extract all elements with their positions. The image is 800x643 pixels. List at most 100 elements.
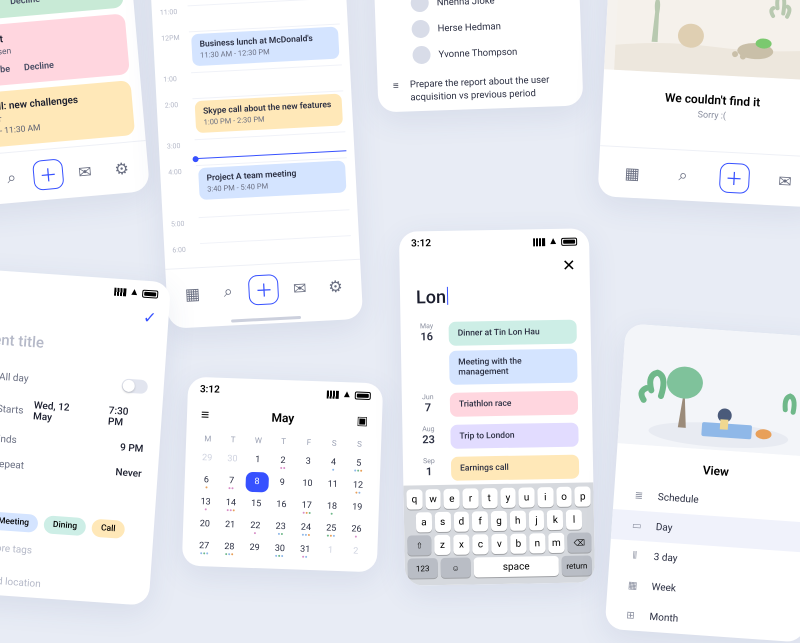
keyboard[interactable]: qwertyuiopasdfghjkl⇧zxcvbnm⌫123☺spaceret… <box>403 482 595 585</box>
tag-chip[interactable]: Dining <box>43 515 86 536</box>
result-item[interactable]: Triathlon race <box>450 391 578 417</box>
key[interactable]: m <box>548 533 564 553</box>
key[interactable]: o <box>556 487 572 507</box>
result-item[interactable]: Trip to London <box>450 423 578 449</box>
day-cell[interactable]: 16 <box>269 495 293 516</box>
key[interactable]: t <box>481 488 497 508</box>
key[interactable]: w <box>425 489 441 509</box>
day-cell[interactable]: 14 <box>219 493 243 514</box>
day-cell[interactable]: 9 <box>270 473 294 494</box>
day-cell[interactable]: 30 <box>268 539 292 560</box>
day-cell[interactable]: 13 <box>194 492 218 513</box>
day-cell[interactable]: 2 <box>271 451 295 472</box>
search-icon[interactable]: ⌕ <box>667 160 699 192</box>
day-cell[interactable]: 2 <box>344 541 368 562</box>
add-button[interactable]: ＋ <box>248 274 280 306</box>
day-cell[interactable]: 29 <box>195 448 219 469</box>
return-key[interactable]: return <box>562 555 592 576</box>
key[interactable]: x <box>453 535 469 555</box>
day-cell[interactable]: 7 <box>220 471 244 492</box>
key[interactable]: y <box>500 488 516 508</box>
day-cell[interactable]: 15 <box>244 494 268 515</box>
key[interactable]: e <box>444 489 460 509</box>
key[interactable]: z <box>434 535 450 555</box>
day-cell[interactable]: 10 <box>295 473 319 494</box>
numbers-key[interactable]: 123 <box>408 558 438 579</box>
day-cell[interactable]: 18 <box>320 496 344 517</box>
calendar-icon[interactable]: ▦ <box>177 278 209 310</box>
key[interactable]: i <box>537 487 553 507</box>
result-item[interactable]: Earnings call <box>451 455 579 481</box>
day-cell[interactable]: 27 <box>192 536 216 557</box>
search-icon[interactable]: ⌕ <box>0 162 28 195</box>
key[interactable]: n <box>529 533 545 553</box>
invite-action[interactable]: Decline <box>24 61 55 74</box>
mail-icon[interactable]: ✉ <box>284 272 316 304</box>
mail-icon[interactable]: ✉ <box>769 165 800 197</box>
month-grid[interactable]: MTWTFSS293012345678910111213141516171819… <box>182 431 382 573</box>
key[interactable]: a <box>416 512 432 532</box>
invite-action[interactable]: Decline <box>10 0 41 7</box>
key[interactable]: j <box>528 510 544 530</box>
day-cell[interactable]: 30 <box>220 449 244 470</box>
day-cell[interactable]: 25 <box>319 518 343 539</box>
confirm-button[interactable]: ✓ <box>142 308 157 328</box>
key[interactable]: p <box>575 486 591 506</box>
timeline[interactable]: 10:0011:0012PMBusiness lunch at McDonald… <box>150 0 360 269</box>
day-cell[interactable]: 26 <box>344 519 368 540</box>
key[interactable]: h <box>510 511 526 531</box>
key[interactable]: b <box>510 534 526 554</box>
day-cell[interactable]: 20 <box>193 514 217 535</box>
day-cell[interactable]: 21 <box>218 515 242 536</box>
key[interactable]: q <box>406 489 422 509</box>
day-cell[interactable]: 8 <box>245 472 269 493</box>
day-cell[interactable]: 23 <box>269 517 293 538</box>
emoji-key[interactable]: ☺ <box>441 557 471 578</box>
day-cell[interactable]: 19 <box>345 497 369 518</box>
hour-slot[interactable]: Business lunch at McDonald's11:30 AM - 1… <box>189 23 342 68</box>
day-cell[interactable]: 4 <box>322 452 346 473</box>
today-icon[interactable]: ▣ <box>356 413 368 427</box>
invite-card[interactable]: kype call: new challengesucy Miller0:30 … <box>0 80 135 150</box>
settings-icon[interactable]: ⚙ <box>320 270 352 302</box>
day-cell[interactable]: 3 <box>296 451 320 472</box>
invite-action[interactable]: Maybe <box>0 65 11 77</box>
hour-slot[interactable]: Project A team meeting3:40 PM - 5:40 PM <box>196 157 349 213</box>
key[interactable]: s <box>435 512 451 532</box>
close-icon[interactable]: ✕ <box>562 256 576 275</box>
key[interactable]: u <box>519 487 535 507</box>
add-button[interactable]: ＋ <box>718 162 750 194</box>
day-cell[interactable]: 17 <box>295 495 319 516</box>
space-key[interactable]: space <box>473 556 559 577</box>
settings-icon[interactable]: ⚙ <box>105 152 138 185</box>
key[interactable]: l <box>566 510 582 530</box>
key[interactable]: d <box>453 512 469 532</box>
mail-icon[interactable]: ✉ <box>69 155 102 188</box>
result-item[interactable]: Meeting with the management <box>449 349 578 385</box>
day-cell[interactable]: 11 <box>321 474 345 495</box>
invite-card[interactable]: g workouta van AartsenptMaybeDecline <box>0 13 130 89</box>
day-cell[interactable]: 29 <box>243 538 267 559</box>
day-cell[interactable]: 6 <box>194 470 218 491</box>
day-cell[interactable]: 24 <box>294 517 318 538</box>
event-block[interactable]: Business lunch at McDonald's11:30 AM - 1… <box>191 27 339 67</box>
shift-key[interactable]: ⇧ <box>407 535 431 555</box>
key[interactable]: k <box>547 510 563 530</box>
search-input[interactable]: Lon <box>400 280 591 318</box>
add-button[interactable]: ＋ <box>32 158 65 191</box>
hour-slot[interactable]: Skype call about the new features1:00 PM… <box>192 90 345 135</box>
result-item[interactable]: Dinner at Tin Lon Hau <box>449 320 577 346</box>
event-block[interactable]: Skype call about the new features1:00 PM… <box>195 93 343 133</box>
day-cell[interactable]: 28 <box>217 537 241 558</box>
delete-key[interactable]: ⌫ <box>567 532 591 552</box>
key[interactable]: v <box>491 534 507 554</box>
key[interactable]: f <box>472 511 488 531</box>
day-cell[interactable]: 31 <box>293 539 317 560</box>
key[interactable]: g <box>491 511 507 531</box>
day-cell[interactable]: 1 <box>318 540 342 561</box>
event-block[interactable]: Project A team meeting3:40 PM - 5:40 PM <box>198 160 346 200</box>
all-day-toggle[interactable] <box>121 378 148 394</box>
tag-chip[interactable]: Call <box>91 519 125 539</box>
calendar-icon[interactable]: ▦ <box>616 157 648 189</box>
key[interactable]: c <box>472 534 488 554</box>
